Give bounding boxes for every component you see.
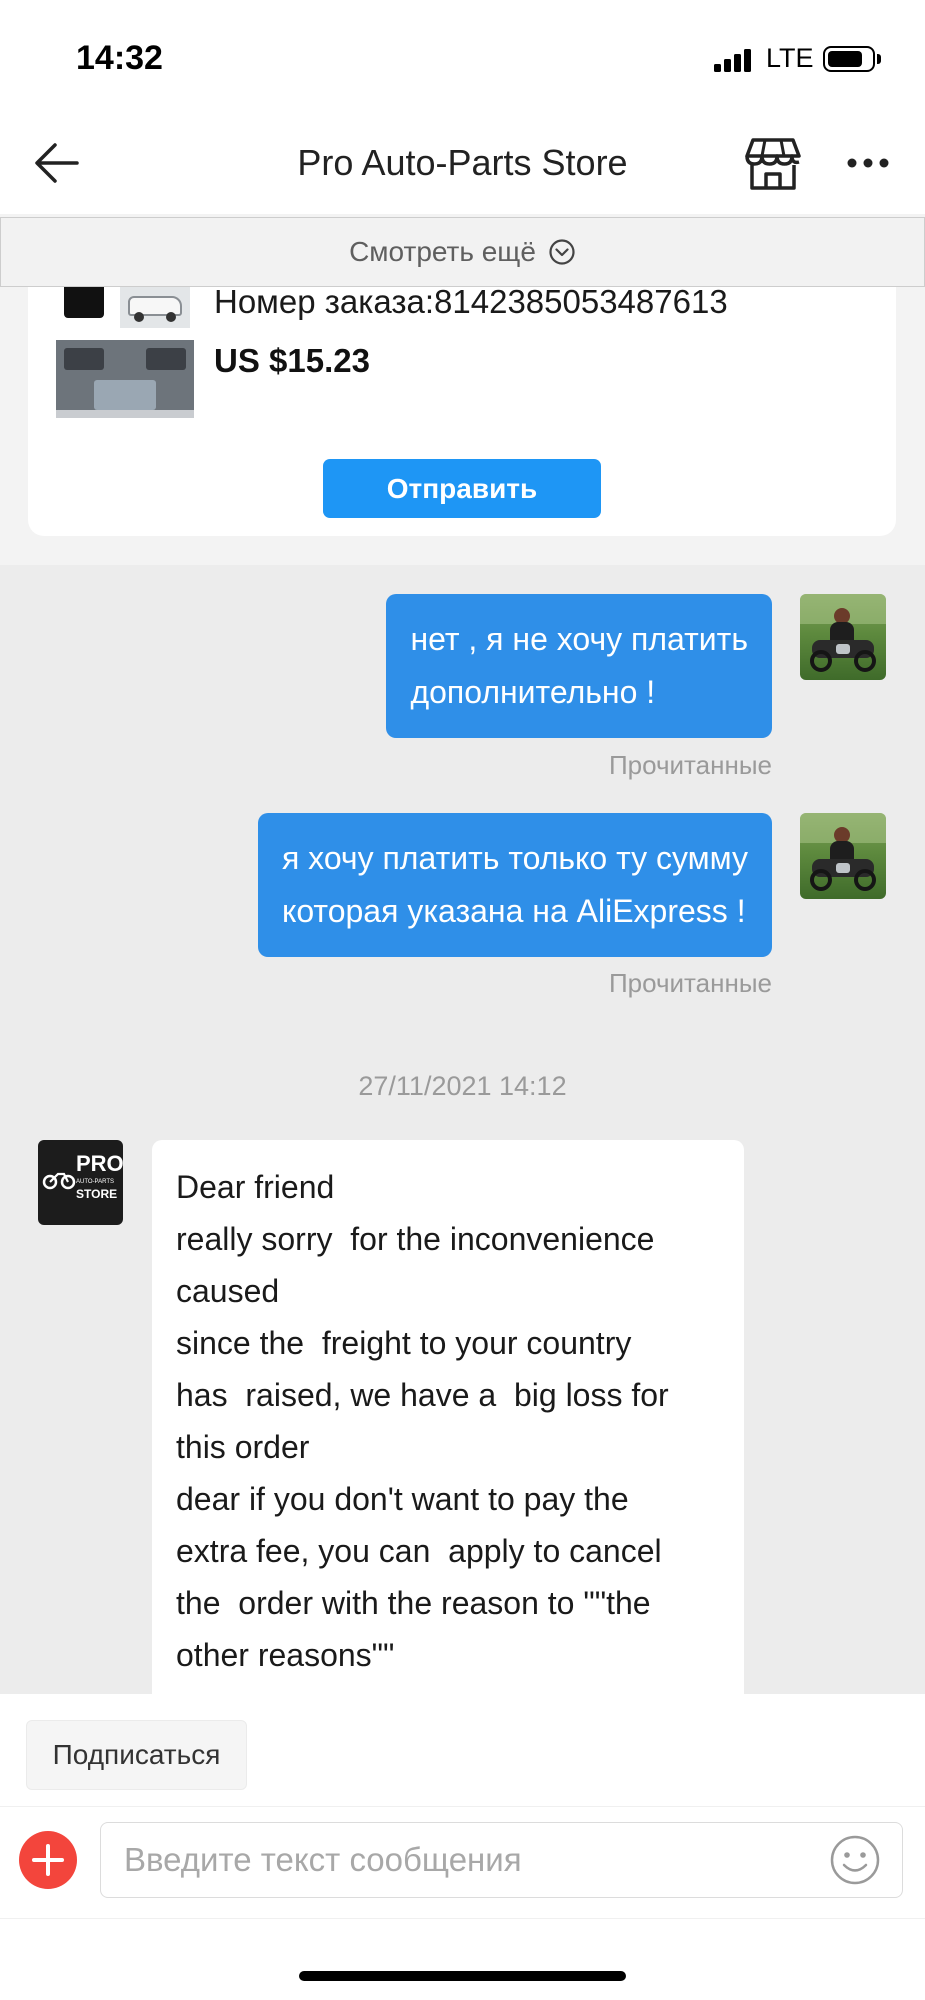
divider [0, 1806, 925, 1807]
order-number: Номер заказа:8142385053487613 [214, 283, 728, 320]
message-line: since the freight to your country [176, 1325, 632, 1361]
outgoing-message: нет , я не хочу платить дополнительно ! [386, 594, 772, 738]
cellular-signal-icon [714, 48, 754, 72]
subscribe-button[interactable]: Подписаться [26, 1720, 247, 1790]
network-type: LTE [766, 43, 814, 73]
load-more-label: Смотреть ещё [349, 236, 536, 267]
message-line: this order [176, 1429, 310, 1465]
message-line: other reasons"" [176, 1637, 395, 1673]
incoming-message: Dear friend really sorry for the inconve… [152, 1140, 744, 1694]
store-icon [745, 138, 801, 190]
outgoing-message: я хочу платить только ту сумму которая у… [257, 813, 772, 957]
message-line: really sorry for the inconvenience [176, 1221, 655, 1257]
seller-avatar[interactable]: PRO AUTO-PARTS STORE [38, 1140, 123, 1225]
message-line: extra fee, you can apply to cancel [176, 1533, 662, 1569]
order-price: US $15.23 [214, 342, 370, 379]
user-avatar [800, 813, 886, 899]
message-line: Dear friend [176, 1169, 335, 1205]
message-line: the order with the reason to ""the [176, 1585, 651, 1621]
store-button[interactable] [744, 136, 802, 192]
motorcycle-logo-icon [42, 1172, 76, 1190]
battery-nub [877, 54, 881, 64]
chat-screen: 14:32 LTE Pro Auto-Parts Store Смотреть … [0, 0, 925, 2000]
thumb-dashboard-photo [56, 340, 194, 418]
read-status: Прочитанные [608, 750, 772, 780]
message-line: которая указана на AliExpress ! [281, 893, 746, 929]
message-input[interactable] [100, 1822, 903, 1898]
smiley-icon [830, 1835, 880, 1885]
more-button[interactable] [846, 156, 890, 170]
more-horizontal-icon [847, 158, 889, 168]
read-status: Прочитанные [608, 968, 772, 998]
divider [0, 1918, 925, 1919]
message-line: я хочу платить только ту сумму [281, 840, 748, 876]
logo-text-subtitle: AUTO-PARTS [76, 1179, 115, 1185]
home-indicator[interactable] [299, 1971, 626, 1981]
thumb-car-photo [120, 282, 190, 328]
logo-text-store: STORE [76, 1187, 118, 1201]
message-timestamp: 27/11/2021 14:12 [358, 1071, 567, 1101]
message-line: нет , я не хочу платить [410, 621, 748, 657]
chevron-down-circle-icon [549, 239, 575, 265]
user-avatar [800, 594, 886, 680]
product-thumbnail[interactable] [56, 268, 194, 418]
message-line: дополнительно ! [410, 674, 656, 710]
plus-circle-icon [32, 1844, 64, 1876]
message-composer: Подписаться [0, 1694, 925, 2000]
status-time: 14:32 [76, 39, 163, 77]
emoji-button[interactable] [829, 1834, 881, 1886]
send-order-button[interactable]: Отправить [323, 459, 601, 518]
load-more-button[interactable]: Смотреть ещё [0, 217, 925, 287]
logo-text-pro: PRO [76, 1151, 123, 1176]
add-attachment-button[interactable] [19, 1831, 77, 1889]
message-line: dear if you don't want to pay the [176, 1481, 629, 1517]
message-list[interactable]: нет , я не хочу платить дополнительно ! … [0, 565, 925, 1694]
battery-icon [823, 46, 875, 72]
message-line: has raised, we have a big loss for [176, 1377, 669, 1413]
message-line: caused [176, 1273, 280, 1309]
